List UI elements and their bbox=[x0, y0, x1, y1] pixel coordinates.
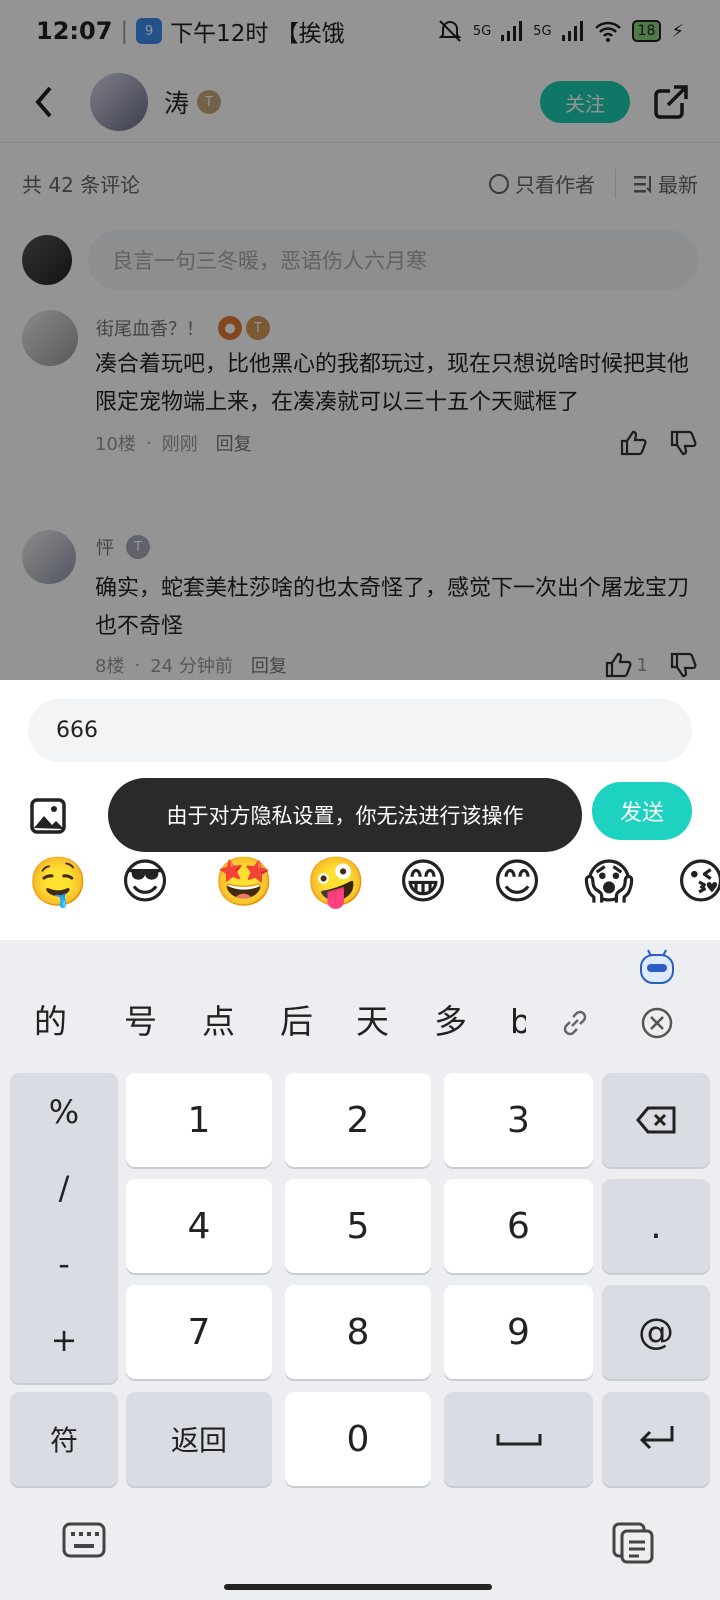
emoji-scream[interactable]: 😱 bbox=[584, 854, 634, 910]
candidate-word[interactable]: 的 bbox=[34, 990, 67, 1054]
dim-overlay[interactable] bbox=[0, 0, 720, 680]
space-icon bbox=[496, 1434, 541, 1446]
key-dot[interactable]: . bbox=[602, 1179, 710, 1273]
backspace-key[interactable] bbox=[602, 1073, 710, 1167]
reply-input[interactable]: 666 bbox=[28, 699, 692, 762]
toast-message: 由于对方隐私设置，你无法进行该操作 bbox=[108, 778, 582, 852]
candidate-word[interactable]: 号 bbox=[124, 990, 157, 1054]
enter-icon bbox=[639, 1426, 674, 1450]
key-7[interactable]: 7 bbox=[126, 1285, 272, 1379]
key-0[interactable]: 0 bbox=[285, 1392, 431, 1486]
emoji-sunglasses[interactable]: 😎 bbox=[120, 854, 170, 910]
symbols-key[interactable]: 符 bbox=[10, 1392, 118, 1486]
candidate-word[interactable]: 多 bbox=[434, 990, 467, 1054]
assistant-robot-icon[interactable] bbox=[638, 948, 676, 986]
key-percent[interactable]: % bbox=[10, 1093, 118, 1131]
key-1[interactable]: 1 bbox=[126, 1073, 272, 1167]
emoji-drool[interactable]: 🤤 bbox=[28, 854, 88, 910]
clipboard-icon[interactable] bbox=[612, 1522, 656, 1564]
emoji-star-eyes[interactable]: 🤩 bbox=[214, 854, 274, 910]
candidate-word[interactable]: 点 bbox=[202, 990, 235, 1054]
clear-icon[interactable] bbox=[640, 1006, 674, 1040]
back-key[interactable]: 返回 bbox=[126, 1392, 272, 1486]
key-5[interactable]: 5 bbox=[285, 1179, 431, 1273]
candidate-bar: 的 号 点 后 天 多 b bbox=[0, 990, 720, 1054]
candidate-word[interactable]: b bbox=[510, 990, 526, 1054]
emoji-grin[interactable]: 😁 bbox=[398, 854, 448, 910]
key-6[interactable]: 6 bbox=[444, 1179, 593, 1273]
symbol-column: % / - + bbox=[10, 1073, 118, 1383]
image-icon[interactable] bbox=[30, 798, 66, 834]
emoji-crazy[interactable]: 🤪 bbox=[306, 854, 366, 910]
key-slash[interactable]: / bbox=[10, 1169, 118, 1207]
key-at[interactable]: @ bbox=[602, 1285, 710, 1379]
emoji-smile[interactable]: 😊 bbox=[492, 854, 542, 910]
enter-key[interactable] bbox=[602, 1392, 710, 1486]
key-9[interactable]: 9 bbox=[444, 1285, 593, 1379]
home-indicator[interactable] bbox=[224, 1584, 492, 1590]
key-plus[interactable]: + bbox=[10, 1321, 118, 1359]
key-8[interactable]: 8 bbox=[285, 1285, 431, 1379]
send-button[interactable]: 发送 bbox=[592, 782, 692, 840]
key-4[interactable]: 4 bbox=[126, 1179, 272, 1273]
key-minus[interactable]: - bbox=[10, 1245, 118, 1283]
key-2[interactable]: 2 bbox=[285, 1073, 431, 1167]
reply-sheet: 666 发送 由于对方隐私设置，你无法进行该操作 🤤 😎 🤩 🤪 😁 😊 😱 😘 bbox=[0, 680, 720, 940]
keyboard-switch-icon[interactable] bbox=[62, 1522, 106, 1558]
candidate-word[interactable]: 后 bbox=[280, 990, 313, 1054]
link-icon[interactable] bbox=[558, 1006, 592, 1040]
backspace-icon bbox=[636, 1106, 676, 1134]
candidate-word[interactable]: 天 bbox=[356, 990, 389, 1054]
key-3[interactable]: 3 bbox=[444, 1073, 593, 1167]
emoji-kiss[interactable]: 😘 bbox=[676, 854, 720, 910]
space-key[interactable] bbox=[444, 1392, 593, 1486]
